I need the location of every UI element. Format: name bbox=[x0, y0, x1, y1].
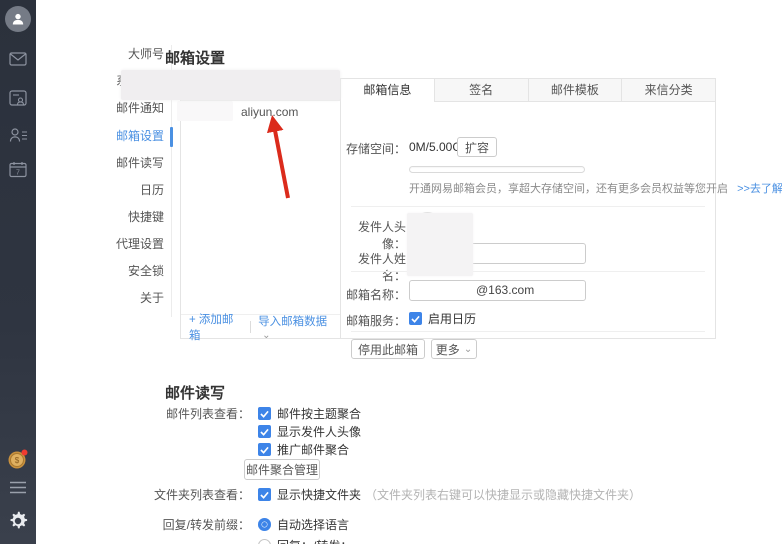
storage-value: 0M/5.00G bbox=[409, 140, 462, 154]
nav-item-mail-readwrite[interactable]: 邮件读写 bbox=[72, 153, 164, 173]
tab-signature[interactable]: 签名 bbox=[434, 79, 528, 102]
checkbox-checked-icon[interactable] bbox=[258, 443, 271, 456]
quick-folder-note: （文件夹列表右键可以快捷显示或隐藏快捷文件夹） bbox=[365, 486, 641, 503]
storage-progress-bar bbox=[409, 166, 585, 173]
nav-item-proxy-settings[interactable]: 代理设置 bbox=[72, 234, 164, 254]
contact-card-icon[interactable] bbox=[0, 90, 36, 107]
nav-item-security-lock[interactable]: 安全锁 bbox=[72, 261, 164, 281]
plus-icon: + bbox=[189, 314, 196, 326]
show-quick-folder-label: 显示快捷文件夹 bbox=[277, 486, 361, 503]
svg-text:7: 7 bbox=[16, 170, 20, 177]
promo-mail-aggregate-label: 推广邮件聚合 bbox=[277, 441, 349, 458]
tab-mail-template[interactable]: 邮件模板 bbox=[528, 79, 622, 102]
checkbox-checked-icon[interactable] bbox=[409, 312, 422, 325]
add-mailbox-button[interactable]: + 添加邮箱 bbox=[189, 311, 243, 343]
mail-list-view-label: 邮件列表查看： bbox=[140, 405, 250, 422]
promo-mail-aggregate-row: 推广邮件聚合 bbox=[140, 441, 349, 458]
rewards-coin-icon[interactable]: $ bbox=[0, 448, 36, 470]
mailbox-info-body: 存储空间： 0M/5.00G 扩容 开通网易邮箱会员，享超大存储空间，还有更多会… bbox=[341, 102, 715, 339]
calendar-day-7-icon[interactable]: 7 bbox=[0, 161, 36, 178]
storage-label: 存储空间： bbox=[341, 140, 406, 157]
contacts-list-icon[interactable] bbox=[0, 127, 36, 143]
radio-unselected-icon[interactable] bbox=[258, 539, 271, 544]
enable-calendar-label: 启用日历 bbox=[428, 310, 476, 327]
more-button[interactable]: 更多 ⌄ bbox=[431, 339, 477, 359]
expand-storage-button[interactable]: 扩容 bbox=[457, 137, 497, 157]
chevron-down-icon: ⌄ bbox=[464, 344, 472, 355]
nav-item-master-account[interactable]: 大师号 bbox=[72, 44, 164, 64]
red-arrow-annotation bbox=[256, 106, 300, 202]
tab-incoming-classification[interactable]: 来信分类 bbox=[621, 79, 715, 102]
aggregate-by-subject-label: 邮件按主题聚合 bbox=[277, 405, 361, 422]
chevron-down-icon: ⌄ bbox=[262, 330, 270, 341]
account-list-footer: + 添加邮箱 导入邮箱数据 ⌄ bbox=[181, 314, 340, 338]
user-avatar-icon[interactable] bbox=[0, 6, 36, 32]
show-sender-avatar-label: 显示发件人头像 bbox=[277, 423, 361, 440]
readwrite-section-title: 邮件读写 bbox=[165, 382, 225, 403]
nav-item-mailbox-settings[interactable]: 邮箱设置 bbox=[72, 126, 164, 146]
nav-item-calendar[interactable]: 日历 bbox=[72, 180, 164, 200]
censored-account-name bbox=[121, 70, 340, 100]
checkbox-checked-icon[interactable] bbox=[258, 425, 271, 438]
reply-prefix-label: 回复/转发前缀： bbox=[140, 516, 250, 533]
section-divider bbox=[351, 331, 705, 332]
censored-input-value bbox=[407, 213, 473, 276]
section-divider bbox=[351, 206, 705, 207]
membership-promo: 开通网易邮箱会员，享超大存储空间，还有更多会员权益等您开启 >>去了解 bbox=[409, 180, 782, 196]
avatar bbox=[5, 6, 31, 32]
folder-list-view-label: 文件夹列表查看： bbox=[140, 486, 250, 503]
active-nav-indicator bbox=[170, 127, 173, 147]
show-sender-avatar-row: 显示发件人头像 bbox=[140, 423, 361, 440]
sender-name-label: 发件人姓名： bbox=[341, 250, 406, 284]
mailbox-name-input[interactable]: @163.com bbox=[409, 280, 586, 301]
mailbox-name-label: 邮箱名称： bbox=[341, 286, 406, 303]
nav-item-shortcuts[interactable]: 快捷键 bbox=[72, 207, 164, 227]
learn-more-link[interactable]: >>去了解 bbox=[737, 183, 782, 195]
settings-gear-icon[interactable] bbox=[0, 511, 36, 531]
footer-divider bbox=[250, 321, 251, 333]
hamburger-menu-icon[interactable] bbox=[0, 481, 36, 494]
checkbox-checked-icon[interactable] bbox=[258, 407, 271, 420]
mailbox-service-label: 邮箱服务： bbox=[341, 312, 406, 329]
mail-envelope-icon[interactable] bbox=[0, 52, 36, 66]
nav-item-about[interactable]: 关于 bbox=[72, 288, 164, 308]
checkbox-checked-icon[interactable] bbox=[258, 488, 271, 501]
mail-list-view-row: 邮件列表查看： 邮件按主题聚合 bbox=[140, 405, 361, 422]
svg-text:$: $ bbox=[15, 456, 20, 465]
section-divider bbox=[351, 271, 705, 272]
mail-master-settings-window: 7 $ 大师号 系统设置 邮件通知 邮箱设置 邮件读写 日历 快捷键 代理设置 … bbox=[0, 0, 782, 544]
censored-account-name bbox=[177, 101, 233, 121]
enable-calendar-option[interactable]: 启用日历 bbox=[409, 310, 476, 327]
radio-selected-icon[interactable] bbox=[258, 518, 271, 531]
reply-forward-label: 回复：/转发： bbox=[277, 537, 352, 544]
reply-forward-prefix-row: 回复：/转发： bbox=[140, 537, 352, 544]
folder-list-view-row: 文件夹列表查看： 显示快捷文件夹 （文件夹列表右键可以快捷显示或隐藏快捷文件夹） bbox=[140, 486, 641, 503]
mailbox-info-panel: 邮箱信息 签名 邮件模板 来信分类 存储空间： 0M/5.00G 扩容 开通网易… bbox=[340, 78, 716, 339]
disable-mailbox-button[interactable]: 停用此邮箱 bbox=[351, 339, 425, 359]
sender-avatar-label: 发件人头像： bbox=[341, 218, 406, 252]
mail-aggregate-manage-button[interactable]: 邮件聚合管理 bbox=[244, 459, 320, 480]
nav-item-mail-notification[interactable]: 邮件通知 bbox=[72, 98, 164, 118]
tab-mailbox-info[interactable]: 邮箱信息 bbox=[341, 79, 434, 102]
auto-language-label: 自动选择语言 bbox=[277, 516, 349, 533]
promo-text: 开通网易邮箱会员，享超大存储空间，还有更多会员权益等您开启 bbox=[409, 183, 728, 195]
left-icon-rail: 7 $ bbox=[0, 0, 36, 544]
page-title: 邮箱设置 bbox=[165, 47, 225, 68]
tab-bar: 邮箱信息 签名 邮件模板 来信分类 bbox=[341, 79, 715, 102]
import-mailbox-data-button[interactable]: 导入邮箱数据 ⌄ bbox=[258, 313, 340, 341]
reply-prefix-row: 回复/转发前缀： 自动选择语言 bbox=[140, 516, 349, 533]
